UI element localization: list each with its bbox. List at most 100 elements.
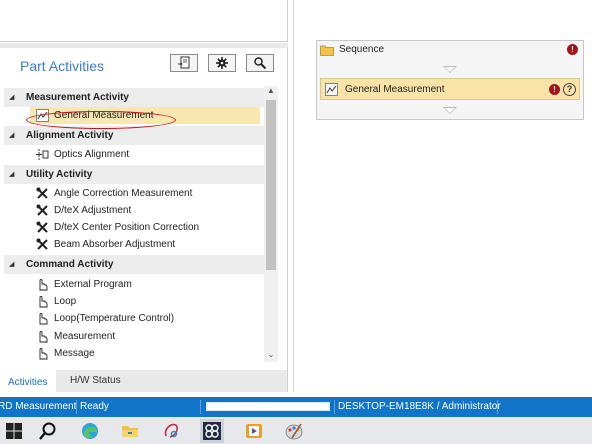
scroll-thumb[interactable] bbox=[266, 100, 276, 270]
start-button[interactable] bbox=[2, 419, 26, 443]
import-button[interactable] bbox=[170, 54, 198, 72]
category-utility-activity[interactable]: ◢ Utility Activity bbox=[4, 165, 264, 184]
panel-title: Part Activities bbox=[20, 58, 105, 74]
edge-browser-icon bbox=[82, 423, 98, 439]
tree-item-optics-alignment[interactable]: Optics Alignment bbox=[34, 146, 129, 163]
category-label: Alignment Activity bbox=[26, 130, 114, 141]
category-alignment-activity[interactable]: ◢ Alignment Activity bbox=[4, 126, 264, 145]
hand-pointer-icon bbox=[39, 348, 48, 360]
item-label: D/teX Center Position Correction bbox=[54, 222, 200, 233]
tab-hw-status[interactable]: H/W Status bbox=[62, 370, 129, 392]
document-import-icon bbox=[178, 56, 190, 69]
taskbar-edge[interactable] bbox=[78, 419, 102, 443]
collapse-triangle-icon[interactable]: ◢ bbox=[9, 88, 14, 107]
collapse-triangle-icon[interactable]: ◢ bbox=[9, 126, 14, 145]
item-label: D/teX Adjustment bbox=[54, 205, 132, 216]
app-name: RD Measurement bbox=[0, 401, 77, 412]
collapse-triangle-icon[interactable]: ◢ bbox=[9, 165, 14, 184]
app-icon bbox=[203, 422, 221, 440]
search-button[interactable] bbox=[246, 54, 274, 72]
tree-item-loop-temperature[interactable]: Loop(Temperature Control) bbox=[34, 310, 174, 327]
hand-pointer-icon bbox=[39, 296, 48, 308]
hand-pointer-icon bbox=[39, 331, 48, 343]
optics-icon bbox=[36, 149, 49, 160]
hand-pointer-icon bbox=[39, 313, 48, 325]
item-label: Measurement bbox=[54, 331, 116, 342]
tools-icon bbox=[36, 238, 48, 250]
tree-item-external-program[interactable]: External Program bbox=[34, 276, 132, 293]
gear-icon bbox=[216, 57, 228, 69]
category-measurement-activity[interactable]: ◢ Measurement Activity bbox=[4, 88, 264, 107]
progress-bar bbox=[206, 402, 330, 411]
collapse-triangle-icon[interactable]: ◢ bbox=[9, 255, 14, 274]
taskbar-app-active[interactable] bbox=[200, 419, 224, 443]
help-icon[interactable]: ? bbox=[563, 83, 576, 96]
taskbar-paint[interactable] bbox=[282, 419, 306, 443]
flow-arrow-icon bbox=[443, 107, 457, 114]
sequence-header: Sequence ! bbox=[317, 41, 583, 59]
category-label: Utility Activity bbox=[26, 169, 93, 180]
panel-tabs: Activities H/W Status bbox=[0, 370, 288, 392]
tree-item-loop[interactable]: Loop bbox=[34, 293, 76, 310]
error-icon[interactable]: ! bbox=[549, 84, 560, 95]
sketch-app-icon bbox=[164, 423, 178, 438]
error-icon[interactable]: ! bbox=[567, 44, 578, 55]
windows-taskbar bbox=[0, 417, 592, 444]
category-command-activity[interactable]: ◢ Command Activity bbox=[4, 255, 264, 274]
taskbar-search-button[interactable] bbox=[36, 419, 60, 443]
status-bar: RD Measurement Ready DESKTOP-EM18E8K / A… bbox=[0, 397, 592, 417]
upper-left-pane bbox=[0, 0, 288, 42]
item-label: Loop bbox=[54, 296, 77, 307]
tree-item-dtex-adjustment[interactable]: D/teX Adjustment bbox=[34, 202, 131, 219]
taskbar-file-explorer[interactable] bbox=[118, 419, 142, 443]
item-label: Angle Correction Measurement bbox=[54, 188, 193, 199]
tree-item-beam-absorber[interactable]: Beam Absorber Adjustment bbox=[34, 236, 175, 253]
item-label: External Program bbox=[54, 279, 132, 290]
progress-fill bbox=[207, 403, 329, 410]
taskbar-media-player[interactable] bbox=[242, 419, 266, 443]
windows-start-icon bbox=[6, 423, 22, 439]
status-divider bbox=[497, 400, 498, 414]
tree-scrollbar[interactable]: ▲ ⌄ bbox=[264, 86, 278, 362]
search-icon bbox=[254, 57, 267, 70]
tab-activities[interactable]: Activities bbox=[0, 370, 56, 392]
item-label: Beam Absorber Adjustment bbox=[54, 239, 176, 250]
settings-button[interactable] bbox=[208, 54, 236, 72]
panel-splitter[interactable] bbox=[293, 0, 294, 392]
category-label: Command Activity bbox=[26, 259, 114, 270]
activity-tree: ◢ Measurement Activity General Measureme… bbox=[4, 88, 264, 368]
hand-pointer-icon bbox=[39, 279, 48, 291]
tools-icon bbox=[36, 221, 48, 233]
status-divider bbox=[200, 400, 201, 414]
sequence-block[interactable]: Sequence ! General Measurement ! ? bbox=[316, 40, 584, 120]
search-icon bbox=[39, 422, 56, 440]
tree-item-angle-correction[interactable]: Angle Correction Measurement bbox=[34, 185, 192, 202]
item-label: Message bbox=[54, 348, 95, 359]
tools-icon bbox=[36, 187, 48, 199]
line-chart-icon bbox=[325, 83, 338, 96]
part-activities-panel: Part Activities ◢ Measurement Activity G… bbox=[0, 48, 288, 370]
folder-icon bbox=[320, 45, 334, 56]
item-label: Optics Alignment bbox=[54, 149, 130, 160]
media-player-icon bbox=[246, 424, 262, 438]
status-divider bbox=[76, 400, 77, 414]
item-label: Loop(Temperature Control) bbox=[54, 313, 175, 324]
scroll-up-icon[interactable]: ▲ bbox=[264, 86, 278, 98]
flow-arrow-icon bbox=[443, 66, 457, 73]
tree-item-dtex-center-correction[interactable]: D/teX Center Position Correction bbox=[34, 219, 199, 236]
tree-item-message[interactable]: Message bbox=[34, 345, 95, 362]
block-label: General Measurement bbox=[345, 84, 445, 95]
file-explorer-icon bbox=[122, 426, 138, 437]
tree-item-measurement[interactable]: Measurement bbox=[34, 328, 115, 345]
scroll-down-icon[interactable]: ⌄ bbox=[264, 350, 278, 362]
status-text: Ready bbox=[80, 401, 109, 412]
paint-icon bbox=[285, 423, 303, 440]
annotation-circle bbox=[26, 111, 176, 129]
general-measurement-block[interactable]: General Measurement ! ? bbox=[320, 78, 580, 100]
status-divider bbox=[334, 400, 335, 414]
tools-icon bbox=[36, 204, 48, 216]
taskbar-app-1[interactable] bbox=[160, 419, 184, 443]
sequence-label: Sequence bbox=[339, 44, 385, 55]
machine-user: DESKTOP-EM18E8K / Administrator bbox=[338, 401, 501, 412]
category-label: Measurement Activity bbox=[26, 92, 129, 103]
